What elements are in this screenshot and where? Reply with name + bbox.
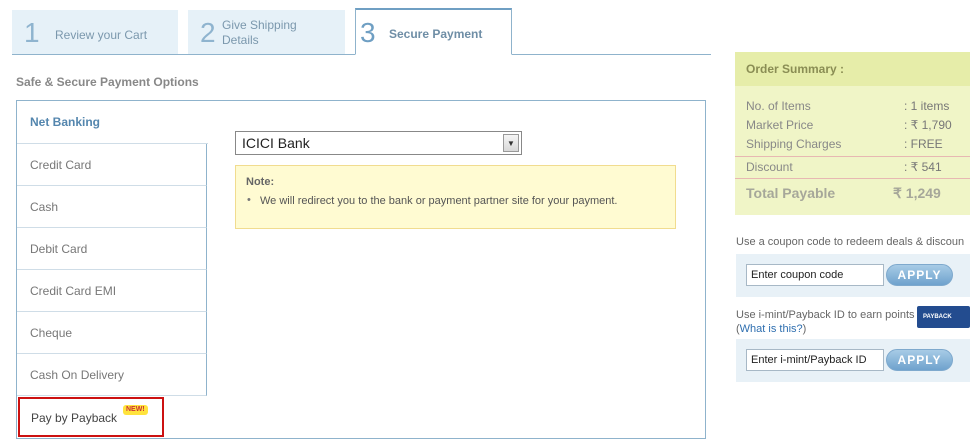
payback-id-input[interactable]: Enter i-mint/Payback ID [746, 349, 884, 371]
bullet-icon: • [247, 194, 251, 206]
summary-divider [735, 156, 970, 157]
payment-option-pay-by-payback[interactable]: Pay by Payback NEW! [18, 397, 164, 437]
apply-coupon-button[interactable]: APPLY [886, 264, 953, 286]
redirect-note: Note: • We will redirect you to the bank… [235, 165, 676, 229]
step-shipping-details[interactable]: 2 Give Shipping Details [188, 10, 345, 54]
summary-label: Shipping Charges [746, 137, 842, 151]
net-banking-content: ICICI Bank ▼ Note: • We will redirect yo… [207, 101, 705, 438]
summary-value: : ₹ 1,790 [904, 118, 952, 132]
summary-row-market-price: Market Price : ₹ 1,790 [746, 118, 970, 134]
payback-instructions: Use i-mint/Payback ID to earn points (Wh… [736, 309, 915, 335]
note-title: Note: [246, 176, 275, 188]
bank-select[interactable]: ICICI Bank ▼ [235, 131, 522, 155]
checkout-steps: 1 Review your Cart 2 Give Shipping Detai… [12, 8, 711, 55]
payment-option-cheque[interactable]: Cheque [17, 312, 207, 354]
payment-option-credit-card-emi[interactable]: Credit Card EMI [17, 270, 207, 312]
payment-option-credit-card[interactable]: Credit Card [17, 144, 207, 186]
summary-divider [735, 178, 970, 179]
summary-label: No. of Items [746, 99, 811, 113]
bank-select-value: ICICI Bank [242, 135, 310, 151]
step-label: Review your Cart [55, 28, 148, 42]
payback-form: Enter i-mint/Payback ID APPLY [736, 339, 970, 382]
step-label: Secure Payment [389, 27, 483, 41]
total-payable-label: Total Payable [746, 185, 836, 201]
payment-panel: Net Banking Credit Card Cash Debit Card … [16, 100, 706, 439]
step-number: 2 [200, 17, 216, 48]
step-number: 1 [24, 17, 40, 48]
total-payable-value: ₹ 1,249 [893, 185, 941, 201]
coupon-code-input[interactable]: Enter coupon code [746, 264, 884, 286]
payback-text: Use i-mint/Payback ID to earn points [736, 309, 915, 321]
payment-options-menu: Net Banking Credit Card Cash Debit Card … [17, 101, 208, 438]
section-title: Safe & Secure Payment Options [16, 75, 199, 89]
summary-value: : 1 items [904, 99, 950, 113]
summary-label: Discount [746, 160, 793, 174]
new-badge: NEW! [123, 405, 148, 415]
summary-row-discount: Discount : ₹ 541 [746, 160, 970, 176]
payment-option-label: Pay by Payback [31, 411, 118, 425]
summary-value: : FREE [904, 137, 943, 151]
summary-row-shipping: Shipping Charges : FREE [746, 137, 970, 153]
payment-option-cash[interactable]: Cash [17, 186, 207, 228]
payment-option-debit-card[interactable]: Debit Card [17, 228, 207, 270]
step-label: Give Shipping Details [222, 18, 297, 47]
note-text: We will redirect you to the bank or paym… [260, 195, 618, 207]
order-summary: Order Summary : No. of Items : 1 items M… [735, 52, 970, 215]
coupon-form: Enter coupon code APPLY [736, 254, 970, 297]
step-secure-payment[interactable]: 3 Secure Payment [355, 8, 512, 55]
step-number: 3 [360, 17, 376, 48]
summary-label: Market Price [746, 118, 814, 132]
apply-payback-button[interactable]: APPLY [886, 349, 953, 371]
dropdown-arrow-icon[interactable]: ▼ [503, 134, 519, 152]
coupon-instructions: Use a coupon code to redeem deals & disc… [736, 236, 965, 248]
summary-value: : ₹ 541 [904, 160, 942, 174]
what-is-this-link[interactable]: What is this? [740, 323, 803, 335]
payback-logo: PAYBACK [917, 306, 970, 328]
order-summary-title: Order Summary : [735, 52, 970, 86]
summary-row-items: No. of Items : 1 items [746, 99, 970, 115]
step-review-cart[interactable]: 1 Review your Cart [12, 10, 178, 54]
payment-option-cash-on-delivery[interactable]: Cash On Delivery [17, 354, 207, 396]
payment-option-net-banking[interactable]: Net Banking [17, 101, 208, 144]
